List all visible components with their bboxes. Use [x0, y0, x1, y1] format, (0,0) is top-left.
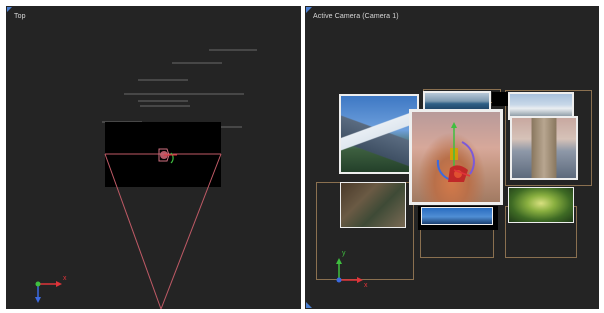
top-view-scene — [35, 49, 257, 309]
axis-tripod-top — [35, 281, 62, 303]
axis-y-label: y — [342, 250, 346, 257]
photo-valley[interactable] — [508, 187, 574, 223]
top-viewport[interactable]: Top x — [6, 6, 301, 309]
app-window: Top x Active Camera (Camera 1) y x — [0, 0, 604, 313]
photo-pier[interactable] — [510, 116, 578, 180]
camera-viewport[interactable]: Active Camera (Camera 1) y x — [305, 6, 599, 309]
viewport-label-camera[interactable]: Active Camera (Camera 1) — [313, 13, 399, 20]
photo-desert-gizmo[interactable] — [409, 109, 503, 205]
photo-ocean-sky[interactable] — [421, 207, 493, 225]
photo-mountain[interactable] — [339, 94, 419, 174]
photo-forest[interactable] — [340, 182, 406, 228]
viewport-corner-marker-bottom — [306, 302, 312, 308]
viewport-corner-marker — [306, 7, 312, 13]
transform-gizmo[interactable] — [412, 112, 500, 202]
axis-x-label-camera: x — [364, 282, 368, 289]
axis-x-label: x — [63, 275, 67, 282]
layer-edges — [102, 49, 257, 128]
